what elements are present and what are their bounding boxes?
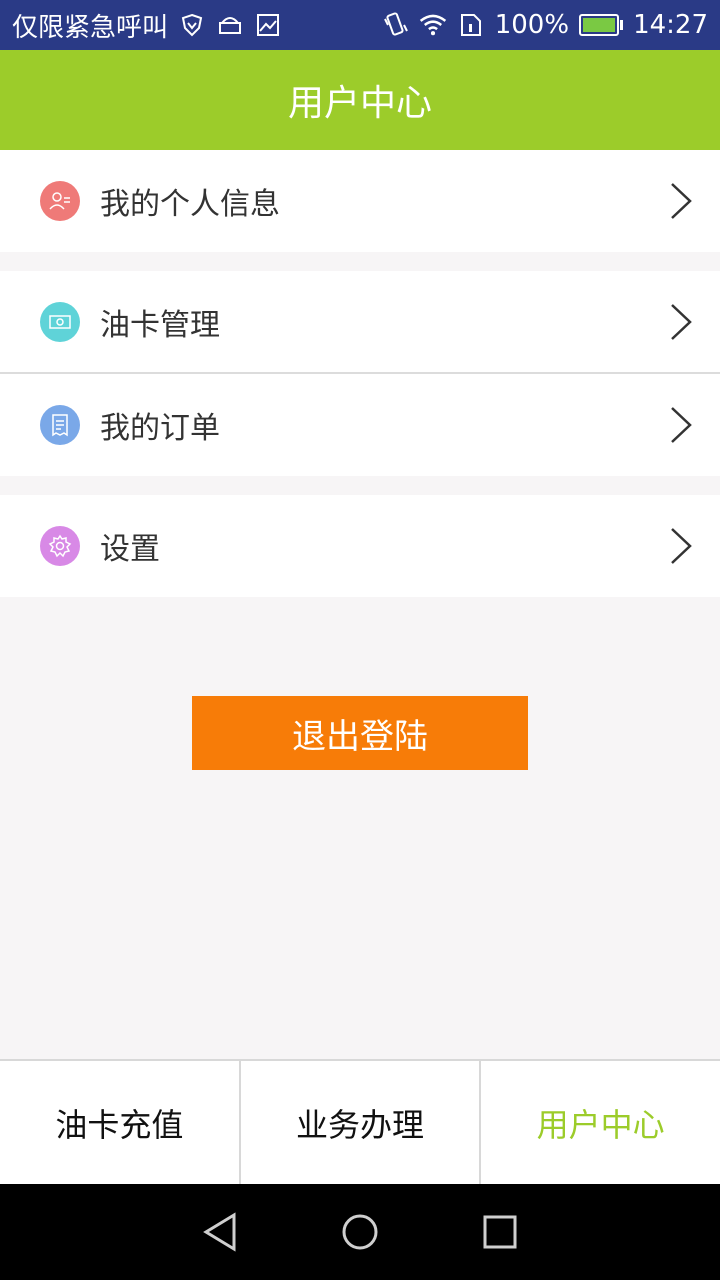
- page-title: 用户中心: [287, 83, 432, 124]
- bottom-tab-bar: 油卡充值 业务办理 用户中心: [0, 1059, 720, 1184]
- status-bar: 仅限紧急呼叫 100% 14:27: [0, 0, 720, 50]
- logout-button[interactable]: 退出登陆: [192, 696, 528, 770]
- menu-item-settings[interactable]: 设置: [0, 495, 720, 597]
- chevron-right-icon: [671, 183, 692, 219]
- chevron-right-icon: [671, 528, 692, 564]
- menu-item-personal-info[interactable]: 我的个人信息: [0, 150, 720, 252]
- battery-icon: [579, 14, 624, 36]
- carrier-text: 仅限紧急呼叫: [12, 12, 169, 43]
- menu-item-orders[interactable]: 我的订单: [0, 374, 720, 476]
- system-nav-bar: [0, 1184, 720, 1280]
- clock: 14:27: [633, 10, 708, 40]
- chevron-right-icon: [671, 407, 692, 443]
- settings-icon: [40, 526, 80, 566]
- battery-percent: 100%: [494, 10, 570, 40]
- home-icon[interactable]: [340, 1212, 380, 1252]
- shield-icon: [178, 11, 206, 39]
- app-header: 用户中心: [0, 50, 720, 150]
- vibrate-icon: [381, 11, 409, 39]
- android-icon: [216, 11, 244, 39]
- menu-item-label: 油卡管理: [100, 308, 220, 343]
- menu-item-label: 设置: [100, 532, 160, 567]
- chevron-right-icon: [671, 304, 692, 340]
- menu-item-label: 我的个人信息: [100, 187, 280, 222]
- menu-item-card-management[interactable]: 油卡管理: [0, 271, 720, 373]
- order-icon: [40, 405, 80, 445]
- sim-icon: [457, 11, 485, 39]
- image-icon: [254, 11, 282, 39]
- tab-card-recharge[interactable]: 油卡充值: [0, 1061, 241, 1184]
- back-icon[interactable]: [200, 1212, 240, 1252]
- recents-icon[interactable]: [480, 1212, 520, 1252]
- tab-user-center[interactable]: 用户中心: [481, 1061, 720, 1184]
- menu-item-label: 我的订单: [100, 411, 220, 446]
- card-icon: [40, 302, 80, 342]
- tab-business[interactable]: 业务办理: [241, 1061, 482, 1184]
- user-info-icon: [40, 181, 80, 221]
- wifi-icon: [419, 11, 447, 39]
